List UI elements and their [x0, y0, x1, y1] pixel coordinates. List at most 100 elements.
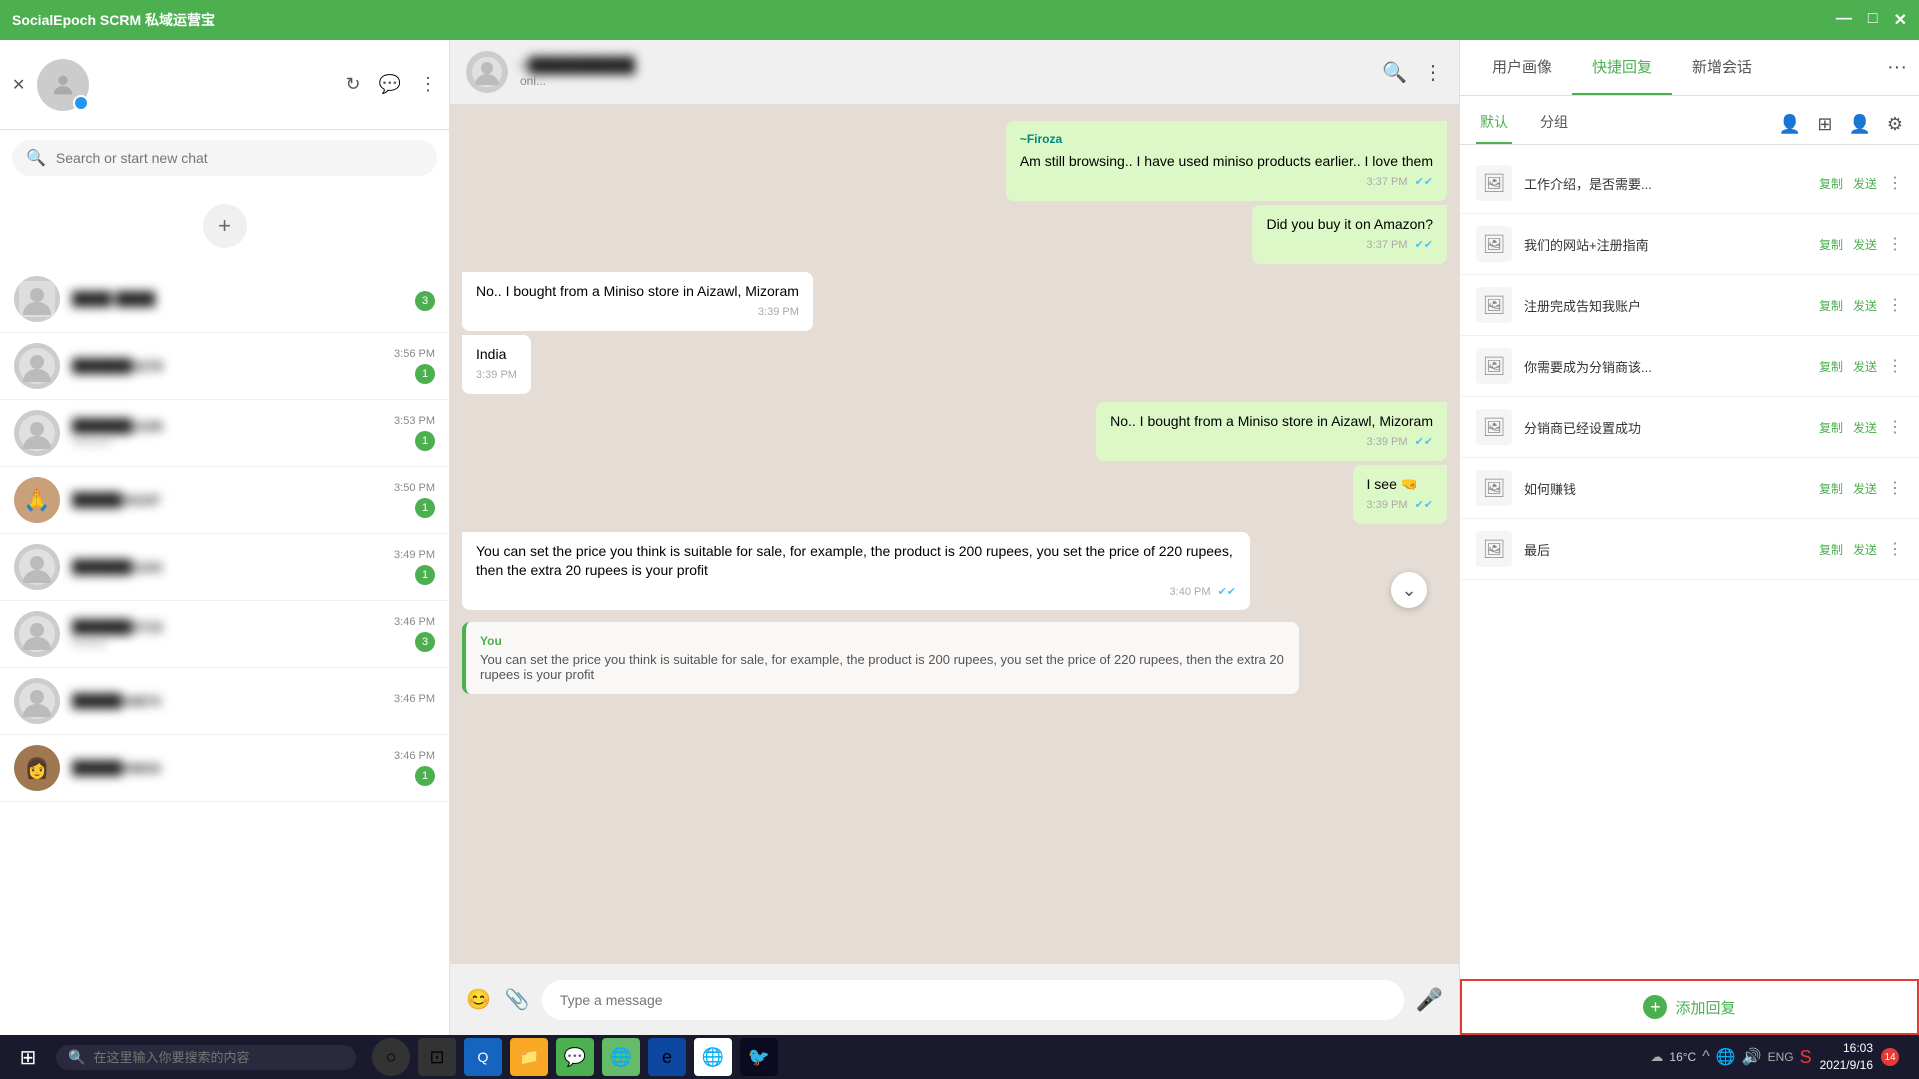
send-button[interactable]: 发送	[1853, 358, 1877, 375]
chat-input-icons: 😊 📎	[466, 987, 530, 1012]
message-wrapper: ~Firoza Am still browsing.. I have used …	[462, 121, 1447, 264]
right-sub-icons: 👤 ⊞ 👤 ⚙	[1779, 114, 1903, 135]
send-button[interactable]: 发送	[1853, 175, 1877, 192]
taskbar-search: 🔍	[56, 1045, 356, 1070]
message-input[interactable]	[542, 980, 1404, 1020]
maximize-button[interactable]: □	[1868, 10, 1878, 30]
more-button[interactable]: ⋮	[1887, 295, 1903, 315]
chat-icon[interactable]: 💬	[379, 74, 401, 95]
more-button[interactable]: ⋮	[1887, 478, 1903, 498]
contact-info: ██████5278	[72, 358, 382, 374]
more-icon[interactable]: ···	[1887, 56, 1907, 79]
copy-button[interactable]: 复制	[1819, 358, 1843, 375]
taskbar-app-green[interactable]: 🌐	[602, 1038, 640, 1076]
copy-button[interactable]: 复制	[1819, 480, 1843, 497]
red-icon[interactable]: S	[1800, 1047, 1812, 1068]
message-bubble: No.. I bought from a Miniso store in Aiz…	[1096, 402, 1447, 461]
settings-icon[interactable]: ⚙	[1887, 114, 1903, 135]
contact-meta: 3	[415, 287, 435, 311]
minimize-button[interactable]: —	[1836, 10, 1852, 30]
notification-badge[interactable]: 14	[1881, 1048, 1899, 1066]
contact-item[interactable]: 👩 █████94834 3:46 PM 1	[0, 735, 449, 802]
right-panel-footer[interactable]: + 添加回复	[1460, 979, 1919, 1035]
copy-button[interactable]: 复制	[1819, 175, 1843, 192]
taskbar-search-input[interactable]	[93, 1050, 293, 1065]
taskbar-app-wechat[interactable]: 💬	[556, 1038, 594, 1076]
temp-label: 16°C	[1669, 1050, 1696, 1064]
add-contact-button[interactable]: +	[203, 204, 247, 248]
more-button[interactable]: ⋮	[1887, 539, 1903, 559]
taskbar-app-blue[interactable]: Q	[464, 1038, 502, 1076]
contact-item[interactable]: ██████5278 3:56 PM 1	[0, 333, 449, 400]
sub-tab-default[interactable]: 默认	[1476, 104, 1512, 144]
search-input[interactable]	[56, 150, 423, 166]
tab-quick-reply[interactable]: 快捷回复	[1572, 40, 1672, 95]
contact-name: ██████5278	[72, 358, 382, 374]
send-button[interactable]: 发送	[1853, 419, 1877, 436]
copy-button[interactable]: 复制	[1819, 236, 1843, 253]
qr-text: 工作介绍，是否需要...	[1524, 174, 1807, 193]
search-chat-icon[interactable]: 🔍	[1382, 60, 1407, 85]
more-chat-icon[interactable]: ⋮	[1423, 60, 1443, 85]
more-button[interactable]: ⋮	[1887, 417, 1903, 437]
qr-text: 我们的网站+注册指南	[1524, 235, 1807, 254]
chat-contact-status: oni...	[520, 74, 1370, 88]
taskbar-app-bird[interactable]: 🐦	[740, 1038, 778, 1076]
send-button[interactable]: 发送	[1853, 297, 1877, 314]
qr-text: 分销商已经设置成功	[1524, 418, 1807, 437]
taskbar-app-task[interactable]: ⊡	[418, 1038, 456, 1076]
start-button[interactable]: ⊞	[8, 1039, 48, 1075]
message-time: 3:37 PM ✔✔	[1266, 238, 1433, 253]
user-icon[interactable]: 👤	[1779, 114, 1801, 135]
refresh-icon[interactable]: ↻	[345, 74, 360, 95]
contact-item[interactable]: ██████3715 details 3:46 PM 3	[0, 601, 449, 668]
contact-item[interactable]: █████34874 3:46 PM	[0, 668, 449, 735]
person-add-icon[interactable]: 👤	[1848, 114, 1870, 135]
message-text: India	[476, 345, 517, 365]
copy-button[interactable]: 复制	[1819, 419, 1843, 436]
taskbar-app-folder[interactable]: 📁	[510, 1038, 548, 1076]
sub-tab-group[interactable]: 分组	[1536, 104, 1572, 144]
more-button[interactable]: ⋮	[1887, 234, 1903, 254]
copy-button[interactable]: 复制	[1819, 541, 1843, 558]
messages-container: ~Firoza Am still browsing.. I have used …	[450, 105, 1459, 963]
taskbar-app-circle[interactable]: ○	[372, 1038, 410, 1076]
more-button[interactable]: ⋮	[1887, 173, 1903, 193]
keyboard-icon[interactable]: ENG	[1768, 1050, 1794, 1064]
taskbar-app-edge[interactable]: e	[648, 1038, 686, 1076]
add-reply-button[interactable]: + 添加回复	[1643, 995, 1735, 1019]
preview-text: You can set the price you think is suita…	[480, 652, 1285, 682]
close-button[interactable]: ✕	[1894, 10, 1907, 30]
taskbar-system-icons: ☁ 16°C ^ 🌐 🔊 ENG S	[1650, 1047, 1811, 1068]
send-button[interactable]: 发送	[1853, 541, 1877, 558]
send-button[interactable]: 发送	[1853, 236, 1877, 253]
more-icon[interactable]: ⋮	[419, 74, 437, 95]
tab-user-profile[interactable]: 用户画像	[1472, 40, 1572, 95]
grid-icon[interactable]: ⊞	[1817, 114, 1832, 135]
contact-info: █████94834	[72, 760, 382, 776]
contact-item[interactable]: 🙏 █████20197 3:50 PM 1	[0, 467, 449, 534]
sidebar: ✕ ↻ 💬 ⋮ 🔍 +	[0, 40, 450, 1035]
close-icon[interactable]: ✕	[12, 75, 25, 95]
emoji-icon[interactable]: 😊	[466, 987, 491, 1012]
tab-new-chat[interactable]: 新增会话	[1672, 40, 1772, 95]
quick-reply-item: 🖼 分销商已经设置成功 复制 发送 ⋮	[1460, 397, 1919, 458]
mic-icon[interactable]: 🎤	[1416, 987, 1443, 1013]
unread-badge: 3	[415, 291, 435, 311]
contact-item[interactable]: ██████2109 roducts 3:53 PM 1	[0, 400, 449, 467]
taskbar-app-chrome[interactable]: 🌐	[694, 1038, 732, 1076]
contact-name: █████94834	[72, 760, 382, 776]
contact-time: 3:53 PM	[394, 415, 435, 427]
send-button[interactable]: 发送	[1853, 480, 1877, 497]
copy-button[interactable]: 复制	[1819, 297, 1843, 314]
contact-meta: 3:46 PM 1	[394, 750, 435, 786]
chevron-up-icon[interactable]: ^	[1702, 1048, 1710, 1066]
contact-time: 3:56 PM	[394, 348, 435, 360]
more-button[interactable]: ⋮	[1887, 356, 1903, 376]
contact-item[interactable]: ██████1104 3:49 PM 1	[0, 534, 449, 601]
message-bubble: I see 🤜 3:39 PM ✔✔	[1353, 465, 1447, 524]
volume-icon[interactable]: 🔊	[1742, 1047, 1762, 1067]
contact-item[interactable]: ████ ████ 3	[0, 266, 449, 333]
attach-icon[interactable]: 📎	[505, 987, 530, 1012]
preview-sender: You	[480, 634, 1285, 648]
